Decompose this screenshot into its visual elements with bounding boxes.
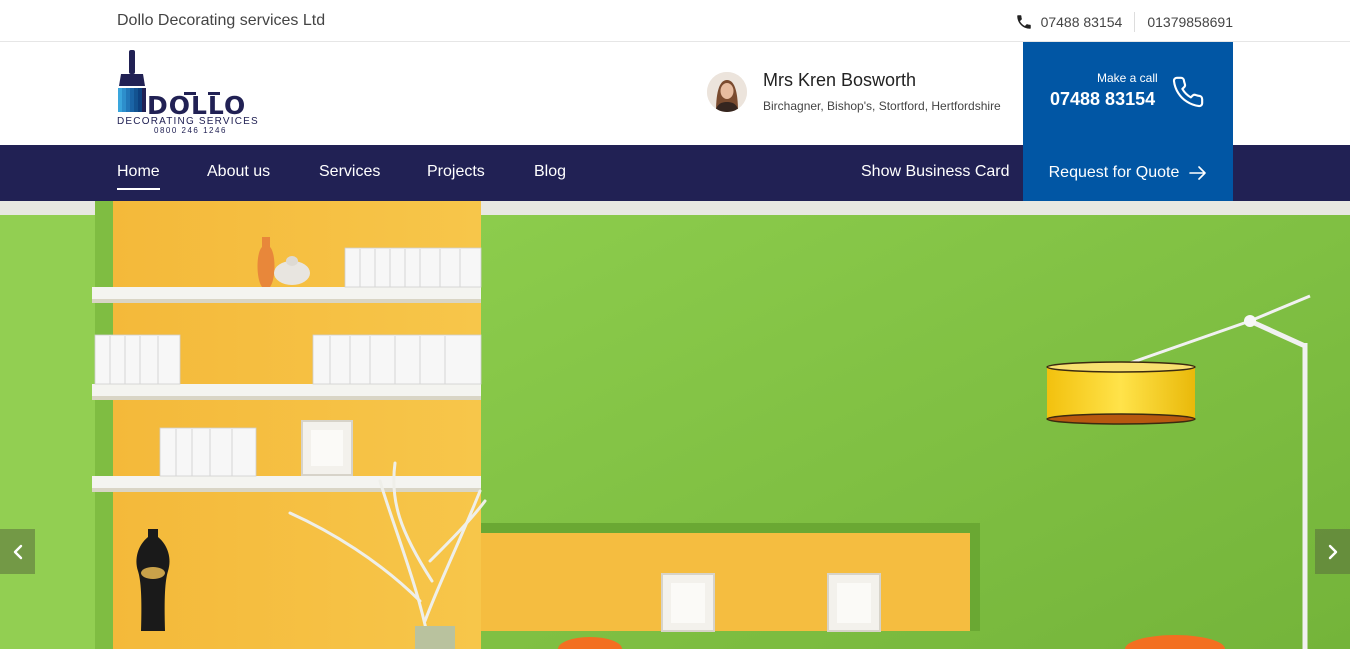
phone-outline-icon [1172, 76, 1204, 108]
call-number[interactable]: 07488 83154 [1050, 89, 1155, 110]
nav-item-home[interactable]: Home [117, 163, 160, 190]
logo-number: 0800 246 1246 [154, 126, 227, 135]
contact-person: Mrs Kren Bosworth Birchagner, Bishop's, … [707, 70, 1001, 113]
slider-prev-button[interactable] [0, 529, 35, 574]
person-avatar-icon [707, 72, 747, 112]
main-nav: Home About us Services Projects Blog Sho… [0, 145, 1350, 201]
contact-location: Birchagner, Bishop's, Stortford, Hertfor… [763, 99, 1001, 113]
nav-item-about-us[interactable]: About us [207, 163, 270, 181]
phone-icon [1016, 15, 1031, 29]
request-quote-label: Request for Quote [1048, 164, 1180, 181]
logo[interactable]: DOLLO DECORATING SERVICES 0800 246 1246 [0, 42, 300, 145]
top-phone-1[interactable]: 07488 83154 [1041, 14, 1123, 30]
top-bar: Dollo Decorating services Ltd 07488 8315… [0, 0, 1350, 42]
nav-item-projects[interactable]: Projects [427, 163, 485, 181]
hero-slider [0, 201, 1350, 649]
top-phone-list: 07488 83154 01379858691 [1015, 12, 1233, 32]
avatar [707, 72, 747, 112]
arrow-right-icon [1189, 166, 1207, 180]
contact-name: Mrs Kren Bosworth [763, 70, 917, 90]
chevron-left-icon [13, 544, 22, 559]
nav-item-services[interactable]: Services [319, 163, 380, 181]
request-quote-button[interactable]: Request for Quote [1023, 145, 1233, 201]
divider [1134, 12, 1136, 32]
make-call-box[interactable]: Make a call 07488 83154 [1023, 42, 1233, 145]
top-phone-2[interactable]: 01379858691 [1147, 14, 1233, 30]
company-name: Dollo Decorating services Ltd [117, 12, 326, 29]
nav-item-blog[interactable]: Blog [534, 163, 566, 181]
chevron-right-icon [1328, 544, 1337, 559]
show-business-card-link[interactable]: Show Business Card [861, 163, 1010, 181]
call-label: Make a call [1097, 71, 1158, 85]
hero-image [0, 201, 1350, 649]
slider-next-button[interactable] [1315, 529, 1350, 574]
